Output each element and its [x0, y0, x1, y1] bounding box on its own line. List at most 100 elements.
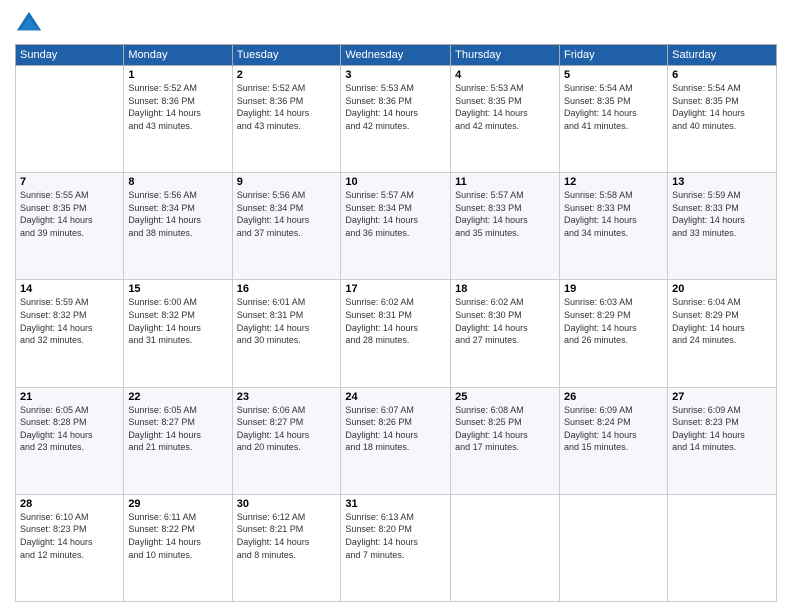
day-info: Sunrise: 6:02 AM Sunset: 8:30 PM Dayligh…: [455, 296, 555, 346]
day-cell: [668, 494, 777, 601]
day-number: 30: [237, 498, 337, 510]
day-cell: [451, 494, 560, 601]
day-number: 8: [128, 176, 227, 188]
day-number: 31: [345, 498, 446, 510]
day-cell: 17Sunrise: 6:02 AM Sunset: 8:31 PM Dayli…: [341, 280, 451, 387]
day-cell: 15Sunrise: 6:00 AM Sunset: 8:32 PM Dayli…: [124, 280, 232, 387]
day-cell: 22Sunrise: 6:05 AM Sunset: 8:27 PM Dayli…: [124, 387, 232, 494]
week-row-2: 14Sunrise: 5:59 AM Sunset: 8:32 PM Dayli…: [16, 280, 777, 387]
day-cell: 11Sunrise: 5:57 AM Sunset: 8:33 PM Dayli…: [451, 173, 560, 280]
header-row: SundayMondayTuesdayWednesdayThursdayFrid…: [16, 45, 777, 66]
week-row-1: 7Sunrise: 5:55 AM Sunset: 8:35 PM Daylig…: [16, 173, 777, 280]
day-info: Sunrise: 6:07 AM Sunset: 8:26 PM Dayligh…: [345, 404, 446, 454]
day-cell: 10Sunrise: 5:57 AM Sunset: 8:34 PM Dayli…: [341, 173, 451, 280]
day-number: 11: [455, 176, 555, 188]
day-info: Sunrise: 5:59 AM Sunset: 8:33 PM Dayligh…: [672, 189, 772, 239]
day-cell: 29Sunrise: 6:11 AM Sunset: 8:22 PM Dayli…: [124, 494, 232, 601]
day-info: Sunrise: 6:12 AM Sunset: 8:21 PM Dayligh…: [237, 511, 337, 561]
day-info: Sunrise: 6:11 AM Sunset: 8:22 PM Dayligh…: [128, 511, 227, 561]
day-info: Sunrise: 6:08 AM Sunset: 8:25 PM Dayligh…: [455, 404, 555, 454]
day-header-friday: Friday: [560, 45, 668, 66]
day-cell: 24Sunrise: 6:07 AM Sunset: 8:26 PM Dayli…: [341, 387, 451, 494]
day-info: Sunrise: 5:52 AM Sunset: 8:36 PM Dayligh…: [128, 82, 227, 132]
day-cell: 18Sunrise: 6:02 AM Sunset: 8:30 PM Dayli…: [451, 280, 560, 387]
day-info: Sunrise: 6:13 AM Sunset: 8:20 PM Dayligh…: [345, 511, 446, 561]
day-cell: 8Sunrise: 5:56 AM Sunset: 8:34 PM Daylig…: [124, 173, 232, 280]
day-cell: 27Sunrise: 6:09 AM Sunset: 8:23 PM Dayli…: [668, 387, 777, 494]
week-row-0: 1Sunrise: 5:52 AM Sunset: 8:36 PM Daylig…: [16, 66, 777, 173]
day-header-saturday: Saturday: [668, 45, 777, 66]
logo: [15, 10, 47, 38]
week-row-4: 28Sunrise: 6:10 AM Sunset: 8:23 PM Dayli…: [16, 494, 777, 601]
day-info: Sunrise: 5:53 AM Sunset: 8:35 PM Dayligh…: [455, 82, 555, 132]
day-info: Sunrise: 6:10 AM Sunset: 8:23 PM Dayligh…: [20, 511, 119, 561]
day-info: Sunrise: 6:06 AM Sunset: 8:27 PM Dayligh…: [237, 404, 337, 454]
day-info: Sunrise: 6:03 AM Sunset: 8:29 PM Dayligh…: [564, 296, 663, 346]
day-cell: 2Sunrise: 5:52 AM Sunset: 8:36 PM Daylig…: [232, 66, 341, 173]
day-number: 4: [455, 69, 555, 81]
day-info: Sunrise: 6:09 AM Sunset: 8:24 PM Dayligh…: [564, 404, 663, 454]
day-cell: 9Sunrise: 5:56 AM Sunset: 8:34 PM Daylig…: [232, 173, 341, 280]
day-number: 9: [237, 176, 337, 188]
day-number: 19: [564, 283, 663, 295]
day-info: Sunrise: 5:55 AM Sunset: 8:35 PM Dayligh…: [20, 189, 119, 239]
day-cell: 7Sunrise: 5:55 AM Sunset: 8:35 PM Daylig…: [16, 173, 124, 280]
day-info: Sunrise: 5:56 AM Sunset: 8:34 PM Dayligh…: [128, 189, 227, 239]
day-info: Sunrise: 5:56 AM Sunset: 8:34 PM Dayligh…: [237, 189, 337, 239]
day-cell: 1Sunrise: 5:52 AM Sunset: 8:36 PM Daylig…: [124, 66, 232, 173]
day-cell: 21Sunrise: 6:05 AM Sunset: 8:28 PM Dayli…: [16, 387, 124, 494]
day-number: 16: [237, 283, 337, 295]
day-header-tuesday: Tuesday: [232, 45, 341, 66]
day-number: 23: [237, 391, 337, 403]
day-number: 25: [455, 391, 555, 403]
day-number: 13: [672, 176, 772, 188]
calendar-table: SundayMondayTuesdayWednesdayThursdayFrid…: [15, 44, 777, 602]
week-row-3: 21Sunrise: 6:05 AM Sunset: 8:28 PM Dayli…: [16, 387, 777, 494]
day-info: Sunrise: 6:00 AM Sunset: 8:32 PM Dayligh…: [128, 296, 227, 346]
day-cell: 26Sunrise: 6:09 AM Sunset: 8:24 PM Dayli…: [560, 387, 668, 494]
day-info: Sunrise: 5:58 AM Sunset: 8:33 PM Dayligh…: [564, 189, 663, 239]
day-cell: 20Sunrise: 6:04 AM Sunset: 8:29 PM Dayli…: [668, 280, 777, 387]
day-number: 24: [345, 391, 446, 403]
day-info: Sunrise: 5:53 AM Sunset: 8:36 PM Dayligh…: [345, 82, 446, 132]
day-info: Sunrise: 5:59 AM Sunset: 8:32 PM Dayligh…: [20, 296, 119, 346]
day-header-monday: Monday: [124, 45, 232, 66]
day-cell: 31Sunrise: 6:13 AM Sunset: 8:20 PM Dayli…: [341, 494, 451, 601]
day-info: Sunrise: 6:04 AM Sunset: 8:29 PM Dayligh…: [672, 296, 772, 346]
day-number: 20: [672, 283, 772, 295]
day-number: 22: [128, 391, 227, 403]
day-cell: 19Sunrise: 6:03 AM Sunset: 8:29 PM Dayli…: [560, 280, 668, 387]
day-info: Sunrise: 6:05 AM Sunset: 8:28 PM Dayligh…: [20, 404, 119, 454]
day-info: Sunrise: 5:54 AM Sunset: 8:35 PM Dayligh…: [564, 82, 663, 132]
day-info: Sunrise: 6:02 AM Sunset: 8:31 PM Dayligh…: [345, 296, 446, 346]
page: SundayMondayTuesdayWednesdayThursdayFrid…: [0, 0, 792, 612]
day-cell: 28Sunrise: 6:10 AM Sunset: 8:23 PM Dayli…: [16, 494, 124, 601]
day-number: 18: [455, 283, 555, 295]
day-cell: 25Sunrise: 6:08 AM Sunset: 8:25 PM Dayli…: [451, 387, 560, 494]
day-cell: 16Sunrise: 6:01 AM Sunset: 8:31 PM Dayli…: [232, 280, 341, 387]
day-cell: 14Sunrise: 5:59 AM Sunset: 8:32 PM Dayli…: [16, 280, 124, 387]
day-header-sunday: Sunday: [16, 45, 124, 66]
day-cell: 30Sunrise: 6:12 AM Sunset: 8:21 PM Dayli…: [232, 494, 341, 601]
day-number: 26: [564, 391, 663, 403]
day-number: 5: [564, 69, 663, 81]
day-number: 3: [345, 69, 446, 81]
day-number: 2: [237, 69, 337, 81]
day-info: Sunrise: 5:57 AM Sunset: 8:33 PM Dayligh…: [455, 189, 555, 239]
day-info: Sunrise: 6:01 AM Sunset: 8:31 PM Dayligh…: [237, 296, 337, 346]
day-cell: [560, 494, 668, 601]
day-number: 7: [20, 176, 119, 188]
day-number: 29: [128, 498, 227, 510]
day-number: 14: [20, 283, 119, 295]
day-number: 15: [128, 283, 227, 295]
day-info: Sunrise: 5:57 AM Sunset: 8:34 PM Dayligh…: [345, 189, 446, 239]
day-header-wednesday: Wednesday: [341, 45, 451, 66]
day-cell: 13Sunrise: 5:59 AM Sunset: 8:33 PM Dayli…: [668, 173, 777, 280]
day-number: 1: [128, 69, 227, 81]
day-number: 28: [20, 498, 119, 510]
day-number: 27: [672, 391, 772, 403]
day-cell: 5Sunrise: 5:54 AM Sunset: 8:35 PM Daylig…: [560, 66, 668, 173]
day-info: Sunrise: 6:09 AM Sunset: 8:23 PM Dayligh…: [672, 404, 772, 454]
day-info: Sunrise: 5:52 AM Sunset: 8:36 PM Dayligh…: [237, 82, 337, 132]
day-cell: 23Sunrise: 6:06 AM Sunset: 8:27 PM Dayli…: [232, 387, 341, 494]
